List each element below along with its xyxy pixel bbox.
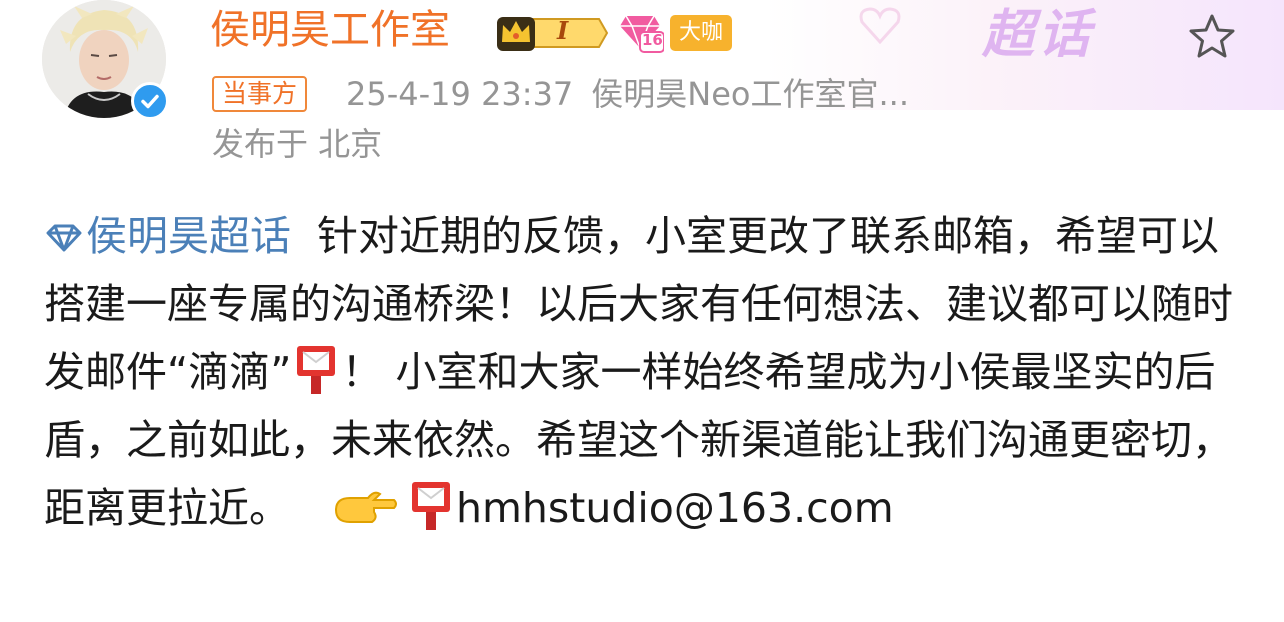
crown-icon (497, 17, 609, 51)
fan-level-number: 16 (642, 31, 663, 49)
crown-badge-label: I (557, 16, 569, 45)
postbox-emoji-icon (297, 346, 336, 394)
post-timestamp: 25-4-19 23:37 (346, 75, 574, 113)
post-body: 侯明昊超话 针对近期的反馈，小室更改了联系邮箱，希望可以搭建一座专属的沟通桥梁！以… (44, 202, 1244, 542)
heart-decoration-icon (859, 7, 901, 45)
postbox-emoji-icon (412, 482, 450, 530)
post-location: 发布于 北京 (212, 125, 383, 163)
fan-level-badge[interactable]: 16 (620, 12, 665, 54)
contact-email[interactable]: hmhstudio@163.com (456, 484, 894, 532)
crown-member-badge[interactable]: I (495, 12, 611, 54)
party-tag: 当事方 (212, 76, 308, 112)
verified-check-icon (131, 82, 169, 120)
big-shot-badge[interactable]: 大咖 (670, 15, 733, 51)
supertopic-label: 侯明昊超话 (86, 212, 291, 260)
post-source[interactable]: 侯明昊Neo工作室官... (591, 75, 909, 113)
favorite-star-icon[interactable] (1186, 12, 1238, 60)
post-meta: 25-4-19 23:37 侯明昊Neo工作室官... (346, 72, 909, 116)
supertopic-watermark: 超话 (982, 5, 1095, 65)
diamond-topic-icon (46, 224, 82, 252)
author-name[interactable]: 侯明昊工作室 (210, 6, 450, 54)
pointing-right-emoji-icon (334, 491, 397, 523)
supertopic-link[interactable]: 侯明昊超话 (44, 212, 291, 260)
